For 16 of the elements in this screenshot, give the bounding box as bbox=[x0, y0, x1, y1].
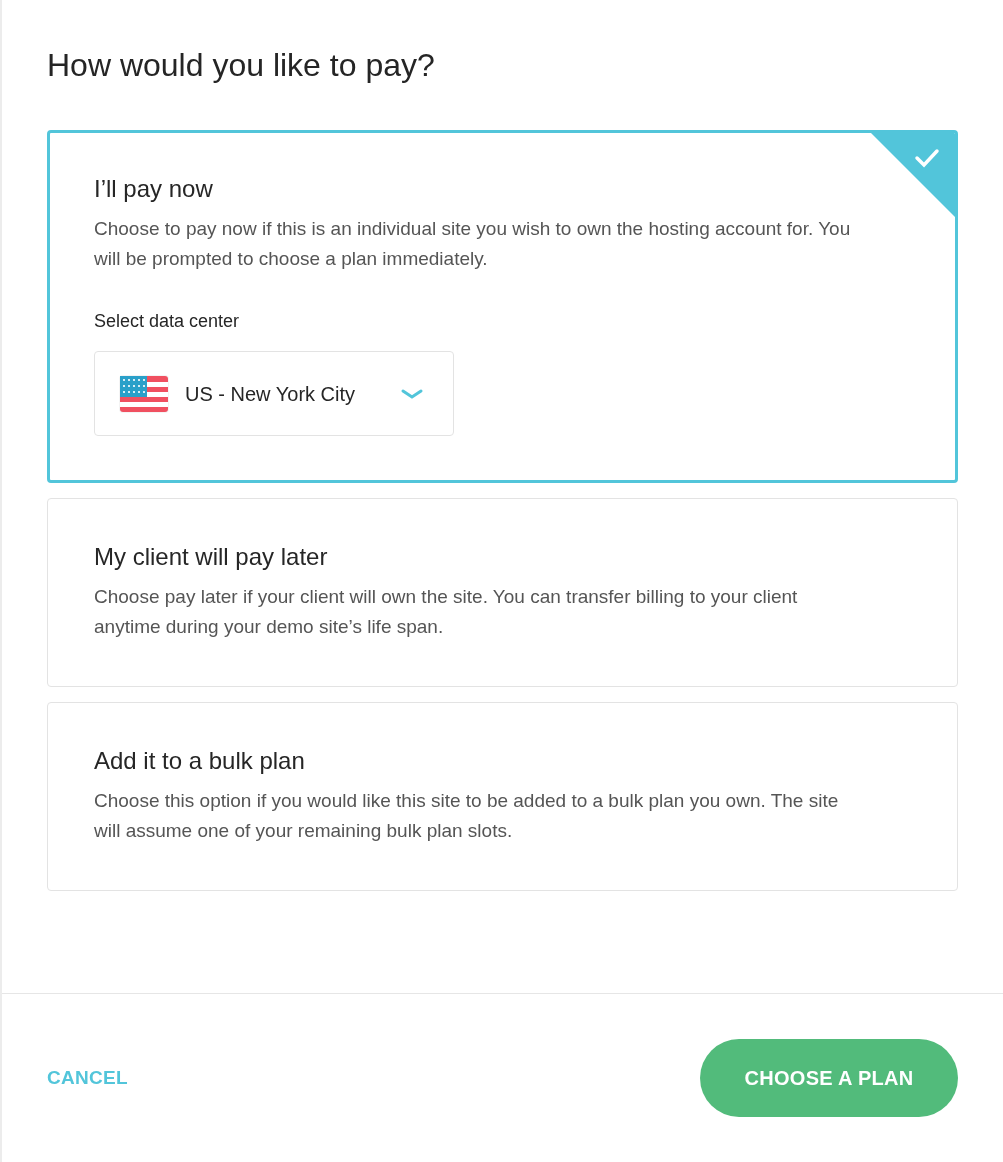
field-label: Select data center bbox=[94, 310, 241, 334]
payment-option-card[interactable]: I’ll pay now Choose to pay now if this is an individual site you wish to own the hosting account for. You will be prompted to choose a plan immediately. Select data center US - New York City bbox=[47, 130, 958, 484]
option-title: Add it to a bulk plan bbox=[94, 747, 306, 776]
option-description: Choose to pay now if this is an individual site you wish to own the hosting account for. You will be prompted to choose a plan immediately. bbox=[94, 217, 852, 272]
dropdown-value: US - New York City bbox=[185, 381, 357, 407]
payment-option-card[interactable]: Add it to a bulk plan Choose this option if you would like this site to be added to a bulk plan you own. The site will assume one of your remaining bulk plan slots. bbox=[47, 702, 958, 891]
flag-icon bbox=[119, 374, 169, 413]
option-title: My client will pay later bbox=[94, 543, 329, 572]
payment-option-card[interactable]: My client will pay later Choose pay later if your client will own the site. You can transfer billing to your client anytime during your demo site’s life span. bbox=[47, 498, 958, 687]
check-icon bbox=[871, 133, 955, 218]
option-description: Choose pay later if your client will own the site. You can transfer billing to your client anytime during your demo site’s life span. bbox=[94, 585, 799, 639]
page-title: How would you like to pay? bbox=[47, 46, 436, 85]
data-center-dropdown[interactable]: US - New York City bbox=[94, 351, 454, 437]
chevron-down-icon bbox=[401, 388, 423, 399]
option-title: I’ll pay now bbox=[94, 175, 214, 205]
option-description: Choose this option if you would like this site to be added to a bulk plan you own. The site will assume one of your remaining bulk plan slots. bbox=[94, 788, 840, 843]
